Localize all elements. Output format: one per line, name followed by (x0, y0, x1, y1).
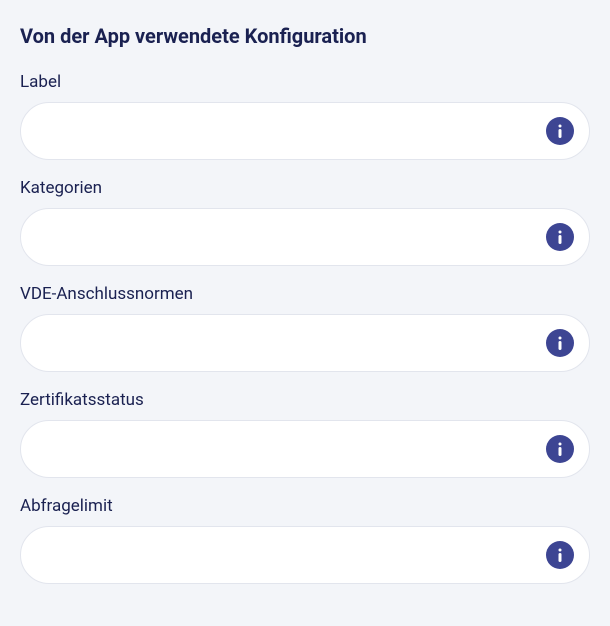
field-label-label: Label (20, 72, 590, 92)
field-group-zertifikat: Zertifikatsstatus (20, 390, 590, 478)
input-wrapper (20, 420, 590, 478)
info-icon[interactable] (546, 223, 574, 251)
field-label-zertifikat: Zertifikatsstatus (20, 390, 590, 410)
field-label-kategorien: Kategorien (20, 178, 590, 198)
input-wrapper (20, 526, 590, 584)
field-label-vde: VDE-Anschlussnormen (20, 284, 590, 304)
zertifikat-input[interactable] (20, 420, 590, 478)
field-group-abfragelimit: Abfragelimit (20, 496, 590, 584)
input-wrapper (20, 102, 590, 160)
info-icon[interactable] (546, 117, 574, 145)
field-group-kategorien: Kategorien (20, 178, 590, 266)
field-group-vde: VDE-Anschlussnormen (20, 284, 590, 372)
field-label-abfragelimit: Abfragelimit (20, 496, 590, 516)
vde-input[interactable] (20, 314, 590, 372)
kategorien-input[interactable] (20, 208, 590, 266)
section-title: Von der App verwendete Konfiguration (20, 24, 590, 48)
input-wrapper (20, 314, 590, 372)
info-icon[interactable] (546, 435, 574, 463)
field-group-label: Label (20, 72, 590, 160)
label-input[interactable] (20, 102, 590, 160)
info-icon[interactable] (546, 329, 574, 357)
input-wrapper (20, 208, 590, 266)
info-icon[interactable] (546, 541, 574, 569)
abfragelimit-input[interactable] (20, 526, 590, 584)
